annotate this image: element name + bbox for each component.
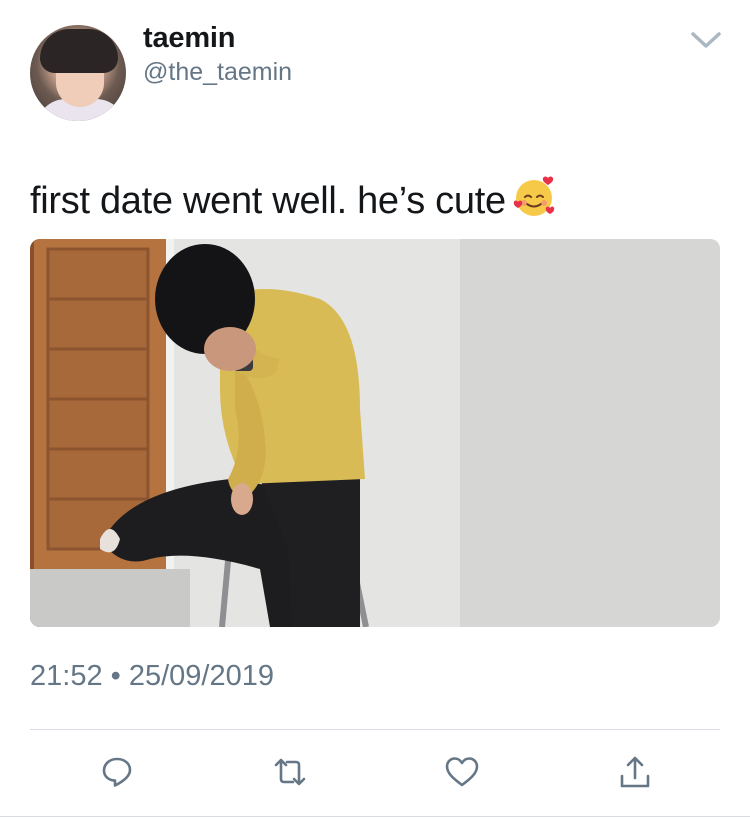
- user-handle[interactable]: @the_taemin: [143, 58, 292, 87]
- like-icon: [445, 757, 479, 787]
- display-name[interactable]: taemin: [143, 22, 235, 55]
- action-bar: [0, 750, 750, 798]
- bottom-divider: [0, 816, 750, 817]
- share-button[interactable]: [613, 750, 657, 794]
- reply-icon: [102, 757, 132, 787]
- retweet-button[interactable]: [268, 750, 312, 794]
- share-icon: [620, 756, 650, 788]
- tweet-text-content: first date went well. he’s cute: [30, 180, 506, 222]
- photo-illustration: [30, 239, 720, 627]
- tweet-photo[interactable]: [30, 239, 720, 627]
- smiling-face-with-hearts-icon: [513, 176, 554, 216]
- timestamp[interactable]: 21:52 • 25/09/2019: [30, 660, 274, 693]
- retweet-icon: [274, 758, 306, 786]
- reply-button[interactable]: [95, 750, 139, 794]
- chevron-down-icon[interactable]: [688, 28, 724, 52]
- divider: [30, 729, 720, 730]
- avatar[interactable]: [30, 25, 126, 121]
- tweet-text: first date went well. he’s cute: [30, 173, 558, 223]
- like-button[interactable]: [440, 750, 484, 794]
- tweet-card: taemin @the_taemin first date went well.…: [0, 0, 750, 819]
